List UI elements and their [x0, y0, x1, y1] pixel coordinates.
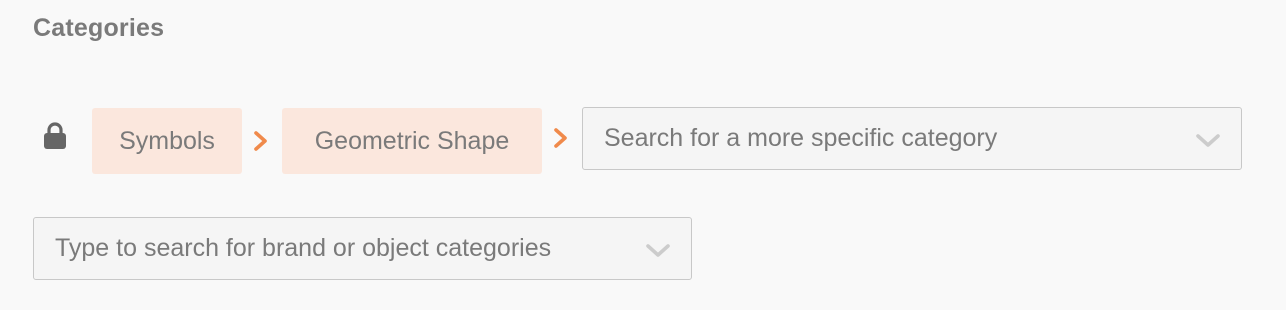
breadcrumb-item-label: Geometric Shape: [314, 126, 510, 155]
breadcrumb-item-symbols[interactable]: Symbols: [92, 108, 242, 174]
breadcrumb-item-geometric-shape[interactable]: Geometric Shape: [282, 108, 542, 174]
breadcrumb-item-label: Symbols: [119, 126, 215, 155]
section-title: Categories: [33, 14, 165, 42]
specific-category-select[interactable]: Search for a more specific category: [582, 107, 1242, 170]
chevron-right-icon: [254, 131, 267, 151]
brand-object-category-select[interactable]: Type to search for brand or object categ…: [33, 217, 692, 280]
lock-icon: [44, 122, 66, 149]
chevron-right-icon: [554, 128, 567, 148]
chevron-down-icon[interactable]: [1195, 133, 1221, 149]
specific-category-placeholder: Search for a more specific category: [604, 124, 998, 152]
brand-object-category-placeholder: Type to search for brand or object categ…: [55, 234, 552, 262]
chevron-down-icon[interactable]: [645, 243, 671, 259]
